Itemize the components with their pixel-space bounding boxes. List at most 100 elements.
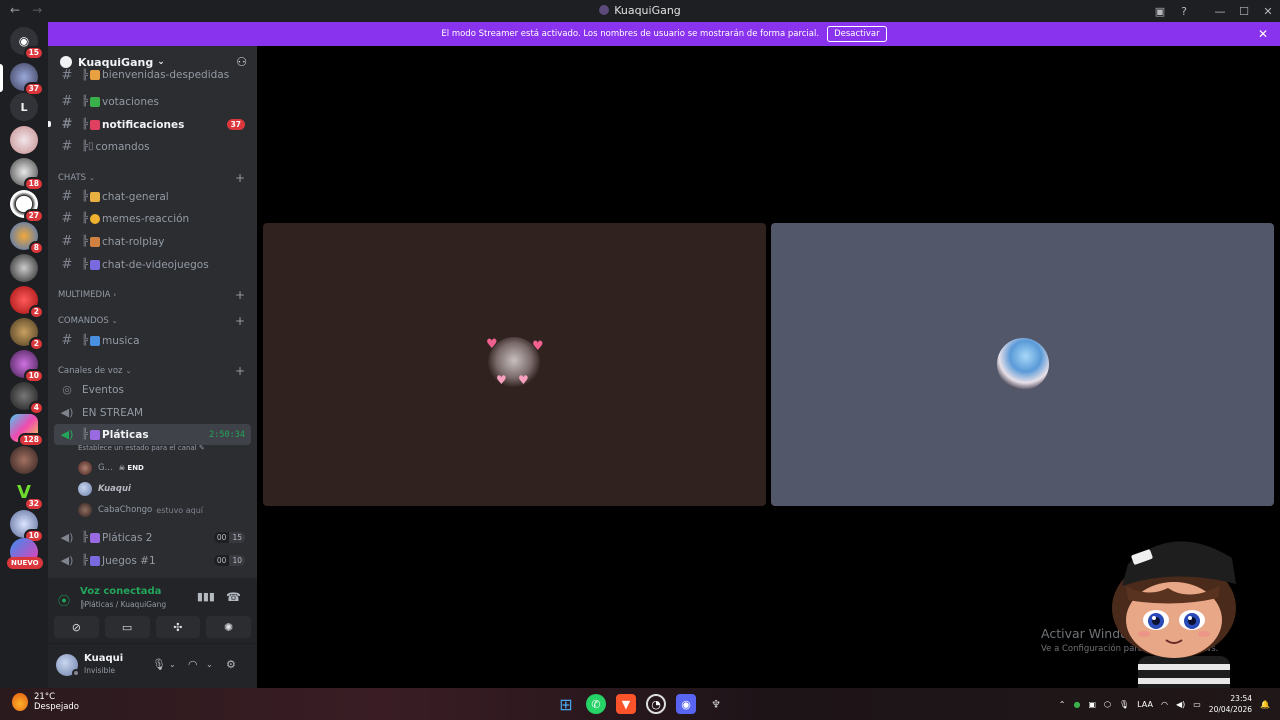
username[interactable]: Kuaqui — [84, 653, 123, 664]
channel-musica[interactable]: # ╠ musica — [54, 330, 251, 351]
volume-icon[interactable]: ◀) — [1176, 700, 1185, 709]
channel-memes[interactable]: # ╠ memes-reacción — [54, 208, 251, 229]
server-icon[interactable]: 128 — [10, 414, 44, 447]
category-chats[interactable]: CHATS ⌄ + — [58, 170, 251, 186]
server-icon[interactable]: 2 — [10, 286, 44, 319]
channel-comandos[interactable]: # ╠▯ comandos — [54, 136, 251, 157]
server-icon[interactable]: 8 — [10, 222, 44, 255]
add-channel-icon[interactable]: + — [235, 171, 245, 185]
battery-icon[interactable]: ▭ — [1193, 700, 1201, 709]
disconnect-icon[interactable]: ☎ — [226, 590, 241, 604]
soundboard-icon: ✺ — [224, 620, 234, 634]
camera-off-button[interactable]: ⊘ — [54, 616, 99, 638]
start-icon[interactable]: ⊞ — [556, 694, 576, 714]
server-icon[interactable]: 10 — [10, 350, 44, 383]
whatsapp-icon[interactable]: ✆ — [586, 694, 606, 714]
signal-icon[interactable]: ⦿ — [58, 592, 70, 609]
close-icon[interactable]: ✕ — [1258, 27, 1268, 41]
server-icon[interactable] — [10, 254, 38, 282]
voice-user[interactable]: Kuaqui — [78, 480, 131, 498]
voice-user[interactable]: G... ☠ END — [78, 459, 144, 477]
direct-messages-icon[interactable]: ◉ 15 — [10, 27, 44, 60]
avatar: ♥ ♥ ♥ ♥ — [486, 337, 544, 389]
camera-off-icon: ⊘ — [71, 620, 81, 634]
channel-eventos[interactable]: ◎ Eventos — [54, 379, 251, 400]
server-badge: 10 — [23, 369, 44, 383]
chevron-down-icon[interactable]: ⌄ — [206, 660, 213, 669]
server-icon[interactable]: 27 — [10, 190, 44, 223]
channel-juegos[interactable]: ◀) ╠ Juegos #1 00 10 — [54, 550, 251, 571]
brave-icon[interactable]: ▼ — [616, 694, 636, 714]
channel-en-stream[interactable]: ◀) EN STREAM — [54, 402, 251, 423]
server-icon[interactable] — [10, 126, 38, 154]
help-icon[interactable]: ? — [1172, 5, 1196, 18]
server-icon[interactable]: V 32 — [10, 478, 44, 511]
server-icon[interactable]: 10 — [10, 510, 44, 543]
channel-status-text: Establece un estado para el canal — [78, 444, 197, 452]
channel-chat-general[interactable]: # ╠ chat-general — [54, 186, 251, 207]
minimize-icon[interactable]: — — [1208, 5, 1232, 18]
microphone-icon[interactable]: 🎙 — [152, 658, 166, 671]
chevron-down-icon[interactable]: ⌄ — [169, 660, 176, 669]
user-status: Invisible — [84, 666, 115, 675]
tray-app-icon[interactable]: ⬡ — [1104, 700, 1111, 709]
channel-sidebar: KuaquiGang ⌄ ⚇ # ╠ bienvenidas-despedidas … — [48, 46, 257, 688]
add-channel-icon[interactable]: + — [235, 364, 245, 378]
chevron-up-icon[interactable]: ⌃ — [1059, 700, 1066, 709]
inbox-icon[interactable]: ▣ — [1148, 5, 1172, 18]
headphones-icon[interactable]: ◠ — [188, 658, 198, 671]
server-icon-l[interactable]: L — [10, 93, 38, 121]
channel-notificaciones[interactable]: # ╠ notificaciones 37 — [54, 114, 251, 135]
server-icon[interactable]: 18 — [10, 158, 44, 191]
channel-platicas-2[interactable]: ◀) ╠ Pláticas 2 00 15 — [54, 527, 251, 548]
category-voz[interactable]: Canales de voz ⌄ + — [58, 363, 251, 379]
channel-platicas[interactable]: ◀) ╠ Pláticas 2:50:34 — [54, 424, 251, 445]
add-member-icon[interactable]: ⚇ — [236, 55, 247, 69]
notifications-icon[interactable]: 🔔 — [1260, 700, 1270, 709]
tray-app-icon[interactable]: ● — [1073, 700, 1080, 709]
voice-participant-tile[interactable] — [771, 223, 1274, 506]
server-icon[interactable]: 4 — [10, 382, 44, 415]
deactivate-button[interactable]: Desactivar — [827, 26, 887, 42]
category-label: COMANDOS — [58, 316, 109, 326]
tray-app-icon[interactable]: ▣ — [1088, 700, 1096, 709]
activities-button[interactable]: ✣ — [155, 616, 201, 638]
server-icon[interactable] — [10, 446, 38, 474]
add-channel-icon[interactable]: + — [235, 314, 245, 328]
channel-videojuegos[interactable]: # ╠ chat-de-videojuegos — [54, 254, 251, 275]
noise-suppression-icon[interactable]: ▮▮▮ — [197, 590, 215, 603]
voice-status-subtitle[interactable]: ╠Pláticas / KuaquiGang — [80, 600, 166, 609]
maximize-icon[interactable]: ☐ — [1232, 5, 1256, 18]
channel-label: chat-de-videojuegos — [102, 258, 209, 271]
voice-participant-tile[interactable]: ♥ ♥ ♥ ♥ — [263, 223, 766, 506]
gear-icon[interactable]: ⚙ — [226, 658, 236, 671]
soundboard-button[interactable]: ✺ — [206, 616, 251, 638]
server-icon-kuaquigang[interactable]: 37 — [10, 63, 44, 96]
channel-rolplay[interactable]: # ╠ chat-rolplay — [54, 231, 251, 252]
taskbar: 21°C Despejado ⊞ ✆ ▼ ◔ ◉ ♆ ⌃ ● ▣ ⬡ 🎙 LAA… — [0, 688, 1280, 720]
server-badge: 27 — [23, 209, 44, 223]
add-channel-icon[interactable]: + — [235, 288, 245, 302]
server-icon[interactable]: 2 — [10, 318, 44, 351]
share-screen-button[interactable]: ▭ — [104, 616, 150, 638]
category-multimedia[interactable]: MULTIMEDIA › + — [58, 287, 251, 303]
channel-status[interactable]: Establece un estado para el canal ✎ — [78, 444, 205, 452]
category-comandos[interactable]: COMANDOS ⌄ + — [58, 313, 251, 329]
channel-bienvenidas[interactable]: # ╠ bienvenidas-despedidas — [54, 68, 251, 82]
channel-votaciones[interactable]: # ╠ votaciones — [54, 91, 251, 112]
banner-text: El modo Streamer está activado. Los nomb… — [441, 29, 820, 39]
close-window-icon[interactable]: ✕ — [1256, 5, 1280, 18]
channel-label: musica — [102, 334, 140, 347]
app-icon[interactable]: ♆ — [706, 694, 726, 714]
microphone-icon[interactable]: 🎙 — [1119, 700, 1129, 709]
app-icon[interactable]: ◔ — [646, 694, 666, 714]
discord-icon[interactable]: ◉ — [676, 694, 696, 714]
language-indicator[interactable]: LAA — [1137, 700, 1153, 709]
weather-widget[interactable]: 21°C Despejado — [12, 692, 79, 712]
wifi-icon[interactable]: ◠ — [1161, 700, 1168, 709]
character-sticker — [1112, 541, 1236, 706]
voice-user-name: CabaChongo — [98, 505, 153, 515]
voice-user[interactable]: CabaChongo estuvo aquí — [78, 501, 203, 519]
voice-status-title[interactable]: Voz conectada — [80, 586, 161, 597]
clock[interactable]: 23:54 20/04/2026 — [1209, 693, 1252, 715]
